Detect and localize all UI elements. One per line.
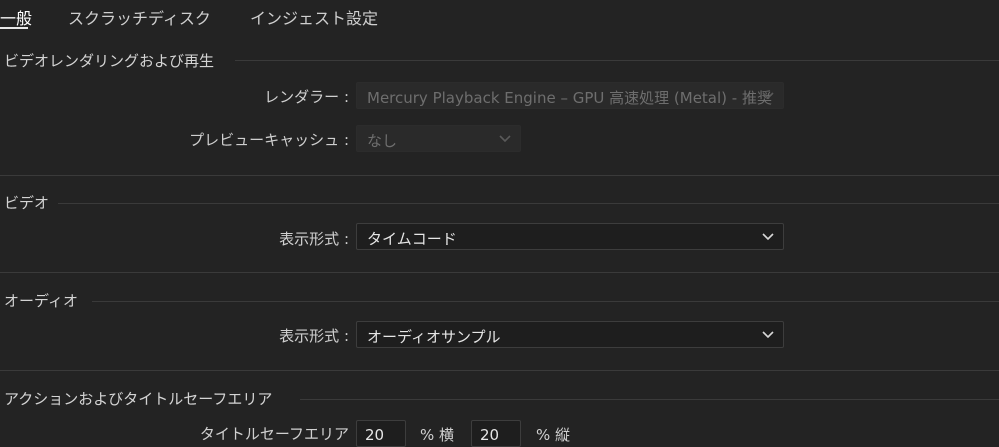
section-title-audio: オーディオ <box>4 292 78 310</box>
chevron-down-icon <box>762 331 774 339</box>
section-rule <box>58 203 999 204</box>
renderer-label: レンダラー : <box>264 88 349 106</box>
section-rule <box>235 60 999 61</box>
chevron-down-icon <box>499 135 511 143</box>
section-rule <box>92 301 999 302</box>
preview-cache-value: なし <box>367 132 398 150</box>
section-divider <box>0 272 999 273</box>
audio-display-format-label: 表示形式 : <box>279 327 349 345</box>
audio-display-format-dropdown[interactable]: オーディオサンプル <box>356 321 784 348</box>
title-safe-horizontal-value: 20 <box>365 426 385 444</box>
active-tab-indicator <box>0 27 28 29</box>
audio-display-format-value: オーディオサンプル <box>367 328 501 346</box>
chevron-down-icon <box>762 233 774 241</box>
section-title-rendering-playback: ビデオレンダリングおよび再生 <box>4 52 215 70</box>
tab-general[interactable]: 一般 <box>0 5 32 29</box>
tab-ingest-settings[interactable]: インジェスト設定 <box>250 5 378 29</box>
preview-cache-dropdown: なし <box>356 125 521 152</box>
chevron-down-icon <box>762 92 774 100</box>
video-display-format-value: タイムコード <box>367 230 457 248</box>
title-safe-horizontal-unit: % 横 <box>420 426 455 444</box>
preview-cache-label: プレビューキャッシュ : <box>189 131 349 149</box>
title-safe-horizontal-input[interactable]: 20 <box>356 420 406 447</box>
video-display-format-dropdown[interactable]: タイムコード <box>356 223 784 250</box>
tab-scratch-disks[interactable]: スクラッチディスク <box>68 5 211 29</box>
section-title-video: ビデオ <box>4 194 50 212</box>
title-safe-area-label: タイトルセーフエリア <box>199 425 349 443</box>
renderer-dropdown: Mercury Playback Engine – GPU 高速処理 (Meta… <box>356 82 784 109</box>
renderer-value: Mercury Playback Engine – GPU 高速処理 (Meta… <box>367 89 772 107</box>
title-safe-vertical-input[interactable]: 20 <box>471 420 521 447</box>
title-safe-vertical-value: 20 <box>480 426 500 444</box>
section-divider <box>0 370 999 371</box>
title-safe-vertical-unit: % 縦 <box>536 426 571 444</box>
section-rule <box>300 399 999 400</box>
section-title-safe-area: アクションおよびタイトルセーフエリア <box>4 390 273 408</box>
section-divider <box>0 175 999 176</box>
video-display-format-label: 表示形式 : <box>279 230 349 248</box>
preferences-tab-bar: 一般 スクラッチディスク インジェスト設定 <box>0 0 999 30</box>
